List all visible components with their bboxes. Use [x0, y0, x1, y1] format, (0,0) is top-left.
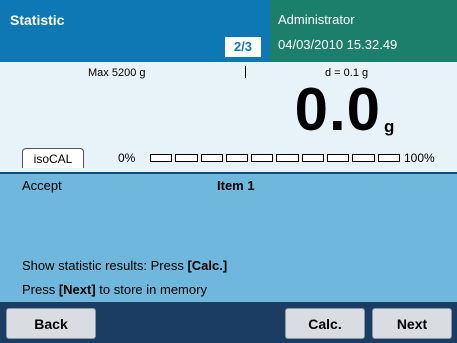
weight-unit: g: [384, 117, 395, 136]
bar-end-label: 100%: [404, 151, 435, 165]
next-button[interactable]: Next: [372, 308, 452, 339]
header-bar: Statistic 2/3 Administrator 04/03/2010 1…: [0, 0, 457, 62]
bar-segment: [327, 154, 350, 162]
instruction-calc: Show statistic results: Press [Calc.]: [22, 258, 227, 273]
user-panel: Administrator 04/03/2010 15.32.49: [270, 0, 457, 62]
bar-segment: [200, 154, 223, 162]
instruction-text: Show statistic results: Press: [22, 258, 188, 273]
button-bar: Back Calc. Next: [0, 302, 457, 343]
calc-key-hint: [Calc.]: [187, 258, 228, 273]
balance-screen: Statistic 2/3 Administrator 04/03/2010 1…: [0, 0, 457, 343]
bar-segment: [225, 154, 249, 162]
weight-value: 0.0: [294, 76, 381, 143]
bar-segment: [352, 154, 375, 162]
item-label: Item 1: [217, 178, 255, 193]
bar-segment: [301, 154, 325, 162]
isocal-tab[interactable]: isoCAL: [22, 148, 84, 168]
bar-start-label: 0%: [118, 151, 136, 165]
datetime-label: 04/03/2010 15.32.49: [278, 37, 398, 52]
page-title: Statistic: [10, 12, 65, 28]
instruction-next: Press [Next] to store in memory: [22, 282, 207, 297]
bar-segment: [251, 154, 274, 162]
instruction-text: to store in memory: [95, 282, 207, 297]
max-capacity-label: Max 5200 g: [88, 67, 146, 79]
bar-segment: [276, 154, 299, 162]
info-panel: Accept Item 1 Show statistic results: Pr…: [0, 174, 457, 302]
next-key-hint: [Next]: [58, 282, 96, 297]
bar-segment: [150, 154, 173, 162]
accept-label: Accept: [22, 178, 62, 193]
divider-tick: [245, 66, 246, 78]
back-button[interactable]: Back: [6, 308, 96, 339]
user-name: Administrator: [278, 12, 355, 27]
calc-button[interactable]: Calc.: [285, 308, 365, 339]
instruction-text: Press: [22, 282, 59, 297]
page-indicator: 2/3: [225, 37, 261, 57]
bar-segment: [175, 154, 198, 162]
bar-segment: [377, 154, 400, 162]
capacity-bar: [150, 154, 400, 162]
weighing-panel: Max 5200 g d = 0.1 g 0.0 g isoCAL 0% 100…: [0, 62, 457, 174]
